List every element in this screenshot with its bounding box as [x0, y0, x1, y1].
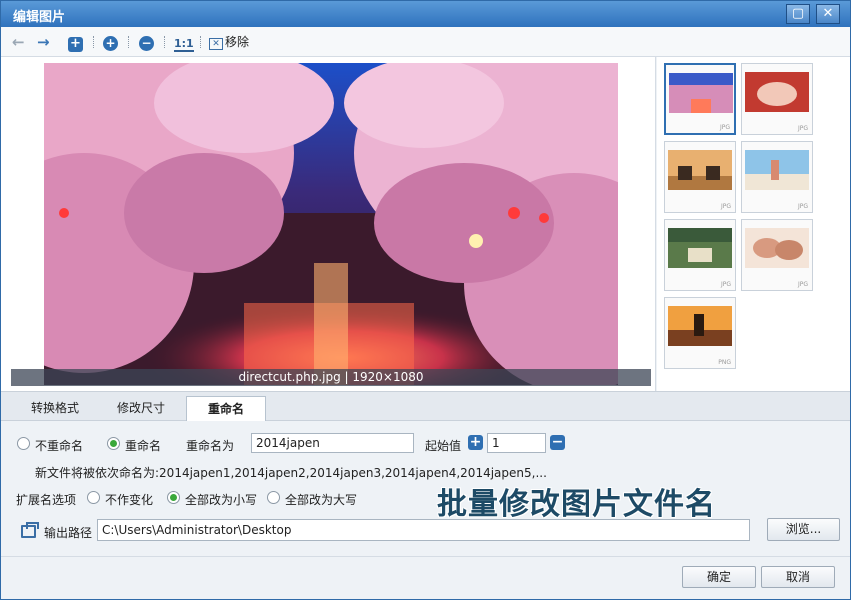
thumbnail-image — [745, 150, 809, 190]
start-value-input[interactable]: 1 — [487, 433, 546, 453]
thumbnail-image — [745, 72, 809, 112]
thumbnail-format: JPG — [797, 203, 808, 210]
actual-size-button[interactable]: 1:1 — [174, 32, 194, 52]
add-icon: + — [68, 37, 83, 52]
thumbnail-image — [668, 228, 732, 268]
dialog-footer: 确定 取消 — [1, 556, 850, 599]
ok-button[interactable]: 确定 — [682, 566, 756, 588]
zoom-out-icon: − — [139, 36, 154, 51]
rename-as-label: 重命名为 — [186, 439, 235, 453]
no-rename-radio[interactable] — [17, 437, 30, 450]
zoom-in-icon: + — [103, 36, 118, 51]
rename-label[interactable]: 重命名 — [125, 437, 161, 454]
remove-button[interactable]: ✕ 移除 — [209, 32, 249, 52]
toolbar-divider — [93, 36, 95, 48]
thumbnail-item[interactable]: PNG — [664, 297, 736, 369]
tab-rename[interactable]: 重命名 — [186, 396, 266, 422]
cherry-blossom-photo — [44, 63, 618, 385]
thumbnail-image — [668, 306, 732, 346]
extension-uppercase-label[interactable]: 全部改为大写 — [285, 491, 357, 508]
title-bar[interactable]: 编辑图片 ▢ ✕ — [1, 1, 850, 27]
add-image-button[interactable]: + — [68, 32, 83, 52]
thumbnail-image — [668, 150, 732, 190]
image-caption: directcut.php.jpg | 1920×1080 — [11, 369, 651, 386]
image-preview-area: directcut.php.jpg | 1920×1080 — [1, 57, 656, 391]
thumbnail-image — [745, 228, 809, 268]
toolbar-divider — [164, 36, 166, 48]
preview-image — [44, 63, 618, 385]
decrement-button[interactable]: − — [550, 435, 565, 450]
thumbnail-panel: JPG JPG JPG JPG JPG JPG PNG — [657, 57, 850, 391]
output-folder-icon — [21, 522, 39, 538]
thumbnail-item[interactable]: JPG — [664, 219, 736, 291]
thumbnail-item[interactable]: JPG — [741, 63, 813, 135]
thumbnail-item[interactable]: JPG — [664, 63, 736, 135]
remove-icon: ✕ — [209, 38, 223, 50]
zoom-in-button[interactable]: + — [103, 32, 118, 52]
zoom-out-button[interactable]: − — [139, 32, 154, 52]
extension-uppercase-radio[interactable] — [267, 491, 280, 504]
close-button[interactable]: ✕ — [816, 4, 840, 24]
thumbnail-image — [669, 73, 733, 113]
thumbnail-format: JPG — [720, 203, 731, 210]
thumbnail-format: PNG — [718, 359, 731, 366]
thumbnail-format: JPG — [720, 281, 731, 288]
no-rename-label[interactable]: 不重命名 — [35, 437, 83, 454]
browse-button[interactable]: 浏览... — [767, 518, 840, 541]
forward-arrow-icon[interactable]: → — [37, 32, 50, 52]
thumbnail-format: JPG — [719, 124, 730, 131]
tab-resize[interactable]: 修改尺寸 — [101, 396, 181, 422]
thumbnail-format: JPG — [797, 281, 808, 288]
toolbar: ← → + + − 1:1 ✕ 移除 — [1, 27, 850, 57]
rename-panel: 不重命名 重命名 重命名为 2014japen 起始值 + 1 − 新文件将被依… — [1, 421, 850, 556]
tab-bar: 转换格式 修改尺寸 重命名 — [1, 391, 850, 422]
rename-as-input[interactable]: 2014japen — [251, 433, 414, 453]
extension-unchanged-label[interactable]: 不作变化 — [105, 491, 153, 508]
maximize-button[interactable]: ▢ — [786, 4, 810, 24]
extension-lowercase-label[interactable]: 全部改为小写 — [185, 491, 257, 508]
back-arrow-icon[interactable]: ← — [12, 32, 25, 52]
start-value-label: 起始值 — [425, 439, 462, 453]
cancel-button[interactable]: 取消 — [761, 566, 835, 588]
toolbar-divider — [200, 36, 202, 48]
tab-convert-format[interactable]: 转换格式 — [15, 396, 95, 422]
thumbnail-format: JPG — [797, 125, 808, 132]
edit-image-window: 编辑图片 ▢ ✕ ← → + + − 1:1 ✕ 移除 directcut.ph… — [0, 0, 851, 600]
increment-button[interactable]: + — [468, 435, 483, 450]
extension-unchanged-radio[interactable] — [87, 491, 100, 504]
thumbnail-item[interactable]: JPG — [741, 219, 813, 291]
toolbar-divider — [128, 36, 130, 48]
watermark-caption: 批量修改图片文件名 — [437, 487, 716, 522]
extension-lowercase-radio[interactable] — [167, 491, 180, 504]
remove-label: 移除 — [225, 35, 250, 49]
rename-radio[interactable] — [107, 437, 120, 450]
extension-options-label: 扩展名选项 — [16, 493, 77, 507]
output-path-label: 输出路径 — [44, 526, 93, 540]
thumbnail-item[interactable]: JPG — [741, 141, 813, 213]
actual-size-label: 1:1 — [174, 37, 194, 52]
thumbnail-item[interactable]: JPG — [664, 141, 736, 213]
output-path-input[interactable]: C:\Users\Administrator\Desktop — [97, 519, 750, 541]
window-title: 编辑图片 — [13, 10, 66, 25]
